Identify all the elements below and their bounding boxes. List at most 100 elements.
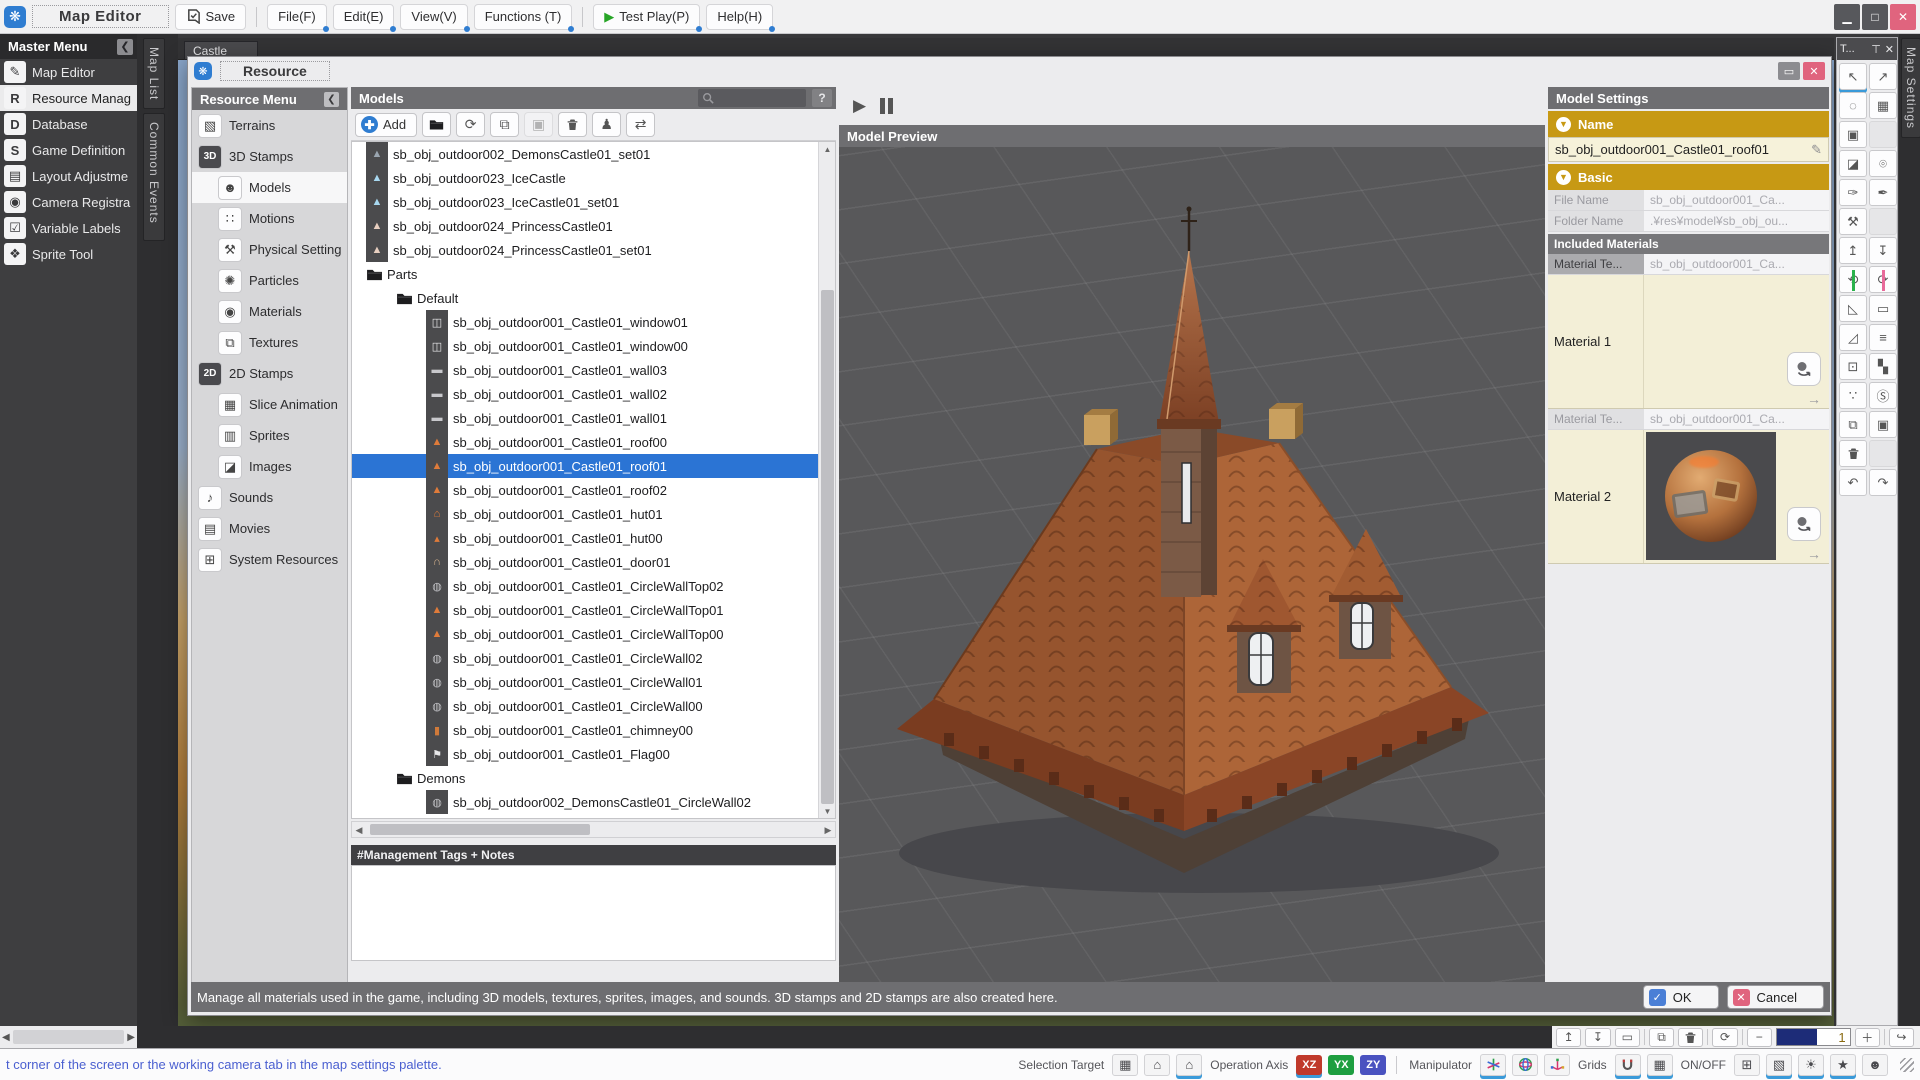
tool-copy-button[interactable]: ⧉ (1839, 411, 1867, 438)
axis-xz-button[interactable]: XZ (1296, 1054, 1323, 1075)
tab-map-list[interactable]: Map List (143, 38, 165, 110)
tool-eyedropper-button[interactable]: ✒ (1869, 179, 1897, 206)
tool-paste-button[interactable]: ▣ (1869, 411, 1897, 438)
ok-button[interactable]: ✓ OK (1642, 985, 1719, 1009)
help-menu-button[interactable]: Help(H) (706, 3, 776, 32)
tree-model-item[interactable]: ◍ sb_obj_outdoor001_Castle01_CircleWallTo… (352, 574, 818, 598)
resource-close-button[interactable]: ✕ (1803, 62, 1825, 80)
tree-folder[interactable]: Demons (352, 766, 818, 790)
tree-model-item[interactable]: ▬ sb_obj_outdoor001_Castle01_wall01 (352, 406, 818, 430)
scrollbar-thumb[interactable] (12, 1030, 125, 1044)
resource-menu-item-sprites[interactable]: ▥ Sprites (192, 420, 347, 451)
scroll-right-icon[interactable]: ▶ (821, 823, 835, 837)
scrollbar-thumb[interactable] (370, 824, 590, 835)
tree-folder[interactable]: Parts (352, 262, 818, 286)
reload-material-button[interactable] (1787, 352, 1821, 386)
menu-item-functionst[interactable]: Functions (T) (473, 3, 575, 32)
trash-button[interactable] (558, 112, 588, 137)
sidebar-item-map-editor[interactable]: ✎ Map Editor (0, 59, 137, 85)
shooting-star-button[interactable]: ★ (1830, 1053, 1856, 1076)
grid-button[interactable]: ▦ (1646, 1053, 1673, 1076)
tree-model-item[interactable]: ▲ sb_obj_outdoor001_Castle01_roof01 (352, 454, 818, 478)
tool-blocks-button[interactable]: ▚ (1869, 353, 1897, 380)
tree-model-item[interactable]: ⌂ sb_obj_outdoor001_Castle01_hut01 (352, 502, 818, 526)
tree-model-item[interactable]: ∩ sb_obj_outdoor001_Castle01_door01 (352, 550, 818, 574)
tree-model-item[interactable]: ▲ sb_obj_outdoor023_IceCastle01_set01 (352, 190, 818, 214)
palette-title-bar[interactable]: T... ⊤ ✕ (1837, 38, 1897, 60)
platform-button[interactable]: ▭ (1614, 1027, 1640, 1047)
scroll-left-icon[interactable]: ◀ (352, 823, 366, 837)
tool-slope-corner-button[interactable]: ◿ (1839, 324, 1867, 351)
render-box-button[interactable]: ▧ (1766, 1053, 1792, 1076)
tool-undo-button[interactable]: ↶ (1839, 469, 1867, 496)
tool-free-select-button[interactable]: ↗ (1869, 63, 1897, 90)
move-button[interactable] (1480, 1053, 1506, 1076)
trash-button[interactable] (1678, 1027, 1704, 1047)
tree-model-item[interactable]: ◫ sb_obj_outdoor001_Castle01_window00 (352, 334, 818, 358)
management-tags-notes-area[interactable] (351, 865, 836, 961)
tool-shovel-button[interactable]: ⚒ (1839, 208, 1867, 235)
rotate-button[interactable]: ⟳ (1712, 1027, 1738, 1047)
scale-button[interactable] (1544, 1053, 1570, 1076)
horizontal-scrollbar[interactable]: ◀ ▶ (351, 821, 836, 838)
sidebar-item-resource-manager[interactable]: R Resource Manag (0, 85, 137, 111)
tree-model-item[interactable]: ▲ sb_obj_outdoor001_Castle01_roof02 (352, 478, 818, 502)
resource-menu-item-slice-animation[interactable]: ▦ Slice Animation (192, 389, 347, 420)
material-thumbnail[interactable] (1646, 432, 1776, 560)
tool-eraser-button[interactable]: ◪ (1839, 150, 1867, 177)
resource-menu-item-badge-2d[interactable]: 2D 2D Stamps (192, 358, 347, 389)
tool-merge-button[interactable]: ⊡ (1839, 353, 1867, 380)
tool-layers-button[interactable]: ≡ (1869, 324, 1897, 351)
sidebar-item-variable-labels[interactable]: ☑ Variable Labels (0, 215, 137, 241)
tab-map-settings[interactable]: Map Settings (1901, 38, 1920, 139)
resource-menu-item-textures[interactable]: ⧉ Textures (192, 327, 347, 358)
window-maximize-button[interactable]: □ (1862, 3, 1888, 30)
tree-model-item[interactable]: ◫ sb_obj_outdoor001_Castle01_window01 (352, 310, 818, 334)
sidebar-horizontal-scrollbar[interactable]: ◀ ▶ (0, 1026, 137, 1048)
pin-icon[interactable]: ⊤ (1871, 43, 1881, 56)
sidebar-item-database[interactable]: D Database (0, 111, 137, 137)
arrow-right-icon[interactable]: → (1807, 547, 1821, 561)
scroll-up-icon[interactable]: ▲ (819, 142, 836, 156)
tool-stamp-lower-button[interactable]: ↧ (1869, 237, 1897, 264)
collapse-left-icon[interactable]: ❮ (324, 91, 339, 107)
resource-menu-item-images[interactable]: ◪ Images (192, 451, 347, 482)
tool-slope-button[interactable]: ◺ (1839, 295, 1867, 322)
axis-yx-button[interactable]: YX (1328, 1054, 1355, 1075)
duplicate-button[interactable]: ⧉ (490, 112, 520, 137)
tree-model-item[interactable]: ▲ sb_obj_outdoor024_PrincessCastle01_set0… (352, 238, 818, 262)
sidebar-item-sprite-tool[interactable]: ❖ Sprite Tool (0, 241, 137, 267)
tree-model-item[interactable]: ◍ sb_obj_outdoor001_Castle01_CircleWall00 (352, 694, 818, 718)
house-pair-button[interactable]: ⌂ (1144, 1053, 1171, 1076)
tree-model-item[interactable]: ▲ sb_obj_outdoor002_DemonsCastle01_set01 (352, 142, 818, 166)
scroll-left-icon[interactable]: ◀ (2, 1032, 10, 1043)
sun-button[interactable]: ☀ (1798, 1053, 1824, 1076)
export-button[interactable]: ⇄ (626, 112, 656, 137)
plus-button[interactable]: ＋ (1854, 1027, 1880, 1047)
menu-item-filef[interactable]: File(F) (267, 3, 329, 32)
tool-rotate-cw-button[interactable]: ⟳ (1869, 266, 1897, 293)
tree-model-item[interactable]: ▲ sb_obj_outdoor001_Castle01_roof00 (352, 430, 818, 454)
resource-menu-item-badge-3d[interactable]: 3D 3D Stamps (192, 141, 347, 172)
sidebar-item-camera-registration[interactable]: ◉ Camera Registra (0, 189, 137, 215)
tool-slab-button[interactable]: ▭ (1869, 295, 1897, 322)
reload-material-button[interactable] (1787, 507, 1821, 541)
play-button[interactable]: ▶ (853, 96, 866, 116)
resource-menu-item-sounds[interactable]: ♪ Sounds (192, 482, 347, 513)
building-grid-button[interactable]: ▦ (1112, 1053, 1139, 1076)
scroll-down-icon[interactable]: ▼ (819, 804, 836, 818)
minus-button[interactable]: − (1746, 1027, 1772, 1047)
resource-menu-item-motions[interactable]: ∷ Motions (192, 203, 347, 234)
name-field[interactable]: sb_obj_outdoor001_Castle01_roof01 ✎ (1548, 137, 1829, 162)
tree-model-item[interactable]: ◍ sb_obj_outdoor001_Castle01_CircleWall02 (352, 646, 818, 670)
tree-model-item[interactable]: ▴ sb_obj_outdoor001_Castle01_hut00 (352, 526, 818, 550)
tool-select-button[interactable]: ↖ (1839, 63, 1867, 90)
house-lock-button[interactable]: ⌂ (1176, 1053, 1203, 1076)
arrow-right-icon[interactable]: → (1807, 392, 1821, 406)
tree-model-item[interactable]: ▲ sb_obj_outdoor024_PrincessCastle01 (352, 214, 818, 238)
tool-stamp-raise-button[interactable]: ↥ (1839, 237, 1867, 264)
help-button[interactable]: ? (812, 89, 832, 107)
test-play-button[interactable]: ▶ Test Play(P) (593, 3, 703, 32)
tree-folder[interactable]: Default (352, 286, 818, 310)
panels-button[interactable]: ⊞ (1734, 1053, 1760, 1076)
